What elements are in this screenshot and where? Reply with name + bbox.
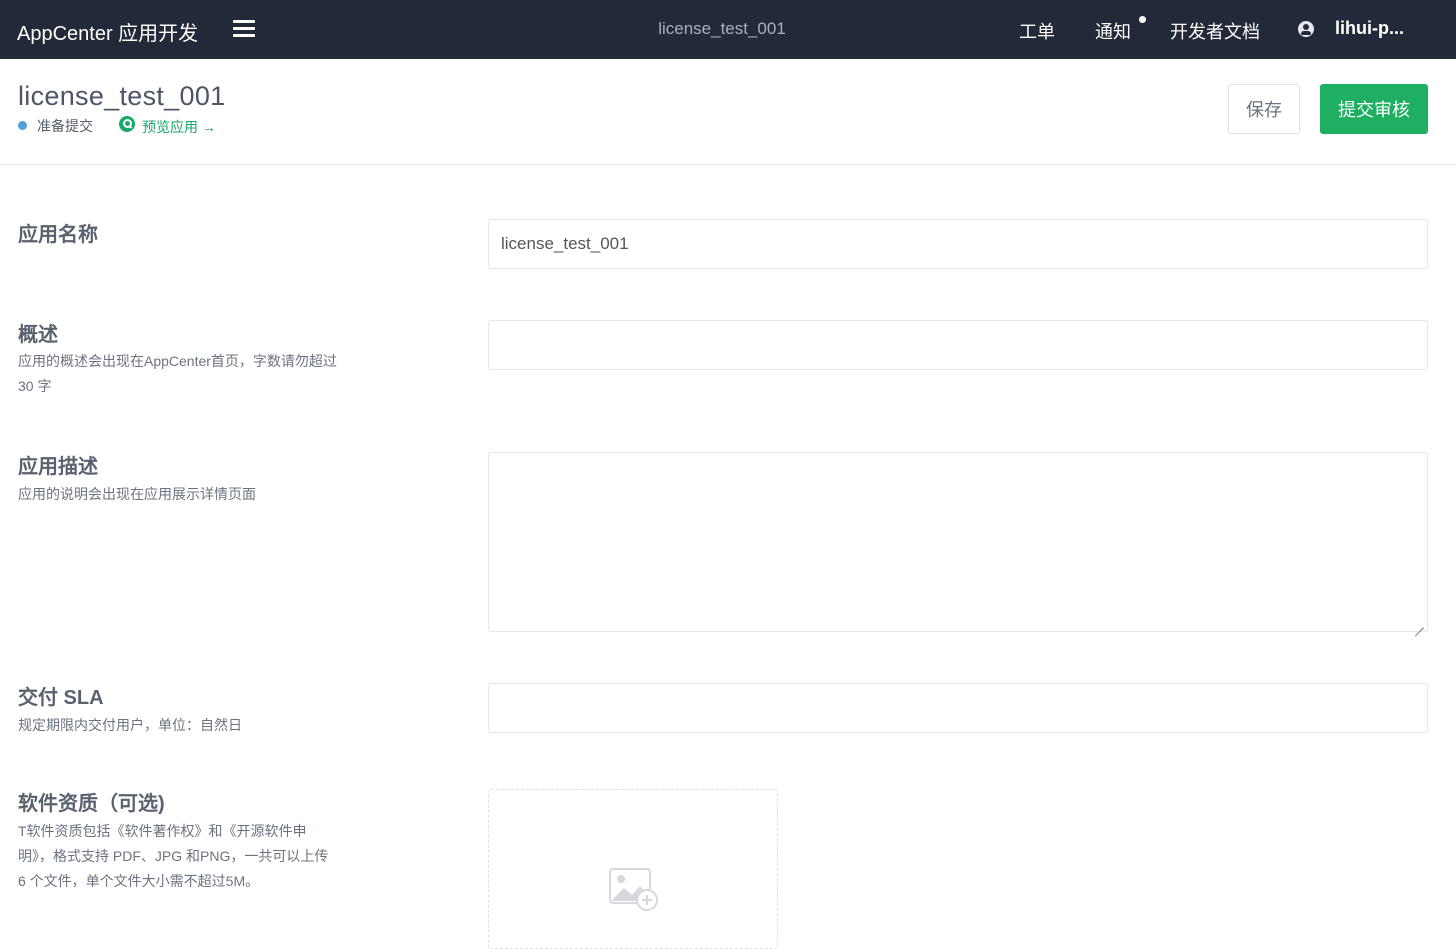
description-textarea[interactable] (488, 452, 1428, 632)
status-text: 准备提交 (37, 118, 93, 134)
top-navbar: AppCenter 应用开发 license_test_001 工单 通知 开发… (0, 0, 1456, 59)
summary-help: 应用的概述会出现在AppCenter首页，字数请勿超过 30 字 (18, 353, 337, 394)
summary-input[interactable] (488, 320, 1428, 370)
qualification-help: T软件资质包括《软件著作权》和《开源软件申明》，格式支持 PDF、JPG 和PN… (18, 823, 329, 889)
image-add-icon (609, 868, 658, 911)
sla-input[interactable] (488, 683, 1428, 733)
status-dot-icon (18, 121, 27, 130)
resize-handle-icon[interactable] (1415, 619, 1424, 628)
app-name-input[interactable] (488, 219, 1428, 269)
summary-label: 概述 (18, 324, 58, 346)
page-title: license_test_001 (18, 81, 226, 111)
file-upload-area[interactable] (488, 789, 778, 949)
preview-app-link[interactable]: 预览应用 → (142, 117, 216, 137)
app-name-label: 应用名称 (18, 224, 98, 246)
submit-review-button[interactable]: 提交审核 (1320, 84, 1428, 134)
notification-dot-icon (1139, 16, 1146, 23)
nav-developer-docs[interactable]: 开发者文档 (1170, 18, 1260, 44)
sla-label: 交付 SLA (18, 687, 104, 709)
sla-help: 规定期限内交付用户，单位：自然日 (18, 717, 242, 733)
save-button[interactable]: 保存 (1228, 84, 1300, 134)
nav-user-menu[interactable]: lihui-p... (1335, 18, 1404, 39)
nav-tickets[interactable]: 工单 (1019, 18, 1055, 44)
description-help: 应用的说明会出现在应用展示详情页面 (18, 486, 256, 502)
nav-notifications[interactable]: 通知 (1095, 18, 1131, 44)
page-header: license_test_001 准备提交 预览应用 → 保存 提交审核 (0, 59, 1456, 165)
search-icon[interactable] (119, 116, 135, 132)
qualification-label: 软件资质（可选) (18, 793, 165, 815)
user-icon[interactable] (1298, 21, 1314, 37)
description-label: 应用描述 (18, 456, 98, 478)
